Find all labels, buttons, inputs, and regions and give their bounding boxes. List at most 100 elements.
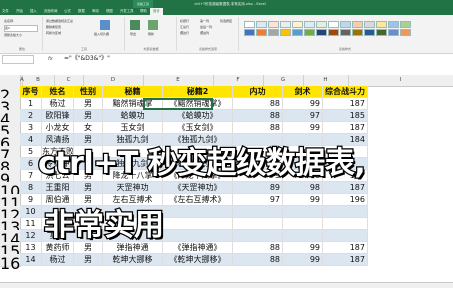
export-button[interactable]: 导出 — [130, 32, 136, 36]
remove-duplicates-button[interactable]: 删除重复值 — [46, 25, 61, 29]
style-swatch[interactable] — [280, 21, 291, 28]
style-swatch[interactable] — [304, 21, 315, 28]
option-banded-columns[interactable]: 镶边列 — [200, 31, 209, 35]
slicer-icon[interactable] — [100, 20, 110, 30]
table-cell[interactable]: 男 — [74, 254, 103, 266]
table-cell[interactable]: 99 — [283, 98, 323, 110]
column-header[interactable]: B — [22, 75, 55, 86]
column-header[interactable]: G — [263, 75, 304, 86]
table-cell[interactable] — [233, 230, 283, 242]
column-header[interactable]: D — [83, 75, 144, 86]
table-header-cell[interactable]: 秘籍 — [103, 86, 163, 98]
tab-file[interactable]: 文件 — [2, 8, 9, 15]
table-header-cell[interactable]: 秘籍2 — [163, 86, 233, 98]
column-header[interactable]: C — [54, 75, 84, 86]
table-cell[interactable]: 《乾坤大挪移》 — [163, 254, 233, 266]
tab-home[interactable]: 开始 — [16, 8, 23, 15]
refresh-icon[interactable] — [148, 20, 158, 30]
table-cell[interactable] — [323, 206, 368, 218]
option-last-column[interactable]: 最后一列 — [200, 25, 212, 29]
tab-data[interactable]: 数据 — [78, 8, 85, 15]
table-cell[interactable]: 187 — [323, 254, 368, 266]
table-cell[interactable] — [233, 218, 283, 230]
style-swatch[interactable] — [352, 21, 363, 28]
style-swatch[interactable] — [400, 21, 411, 28]
table-header-cell[interactable]: 姓名 — [42, 86, 74, 98]
style-swatch[interactable] — [388, 29, 399, 36]
formula-input[interactable]: ="《"&D3&"》" — [64, 54, 110, 64]
option-filter-button[interactable]: 筛选按钮 — [220, 19, 232, 23]
table-cell[interactable]: 10 — [20, 206, 42, 218]
style-swatch[interactable] — [304, 29, 315, 36]
table-cell[interactable]: 乾坤大挪移 — [103, 254, 163, 266]
table-cell[interactable]: 97 — [233, 194, 283, 206]
table-header-cell[interactable]: 内功 — [233, 86, 283, 98]
table-cell[interactable] — [283, 218, 323, 230]
style-swatch[interactable] — [292, 21, 303, 28]
table-cell[interactable]: 13 — [20, 242, 42, 254]
column-header[interactable]: F — [213, 75, 264, 86]
option-header-row[interactable]: 标题行 — [180, 19, 189, 23]
table-cell[interactable]: 88 — [233, 254, 283, 266]
table-cell[interactable]: 男 — [74, 98, 103, 110]
style-swatch[interactable] — [280, 29, 291, 36]
table-cell[interactable]: 97 — [283, 110, 323, 122]
table-cell[interactable]: 88 — [233, 242, 283, 254]
style-swatch[interactable] — [340, 29, 351, 36]
export-icon[interactable] — [130, 20, 140, 30]
table-cell[interactable] — [323, 230, 368, 242]
table-cell[interactable]: 187 — [323, 98, 368, 110]
worksheet-grid[interactable]: 2 序号 姓名 性别 秘籍 秘籍2 内功 剑术 综合战斗力 3 1 杨过男黯然销魂掌 《黯然销魂掌》 88… — [0, 86, 453, 288]
column-header[interactable]: H — [303, 75, 349, 86]
style-swatch[interactable] — [268, 29, 279, 36]
option-banded-rows[interactable]: 镶边行 — [180, 31, 189, 35]
table-cell[interactable]: 88 — [233, 110, 283, 122]
tab-review[interactable]: 审阅 — [92, 8, 99, 15]
style-swatch[interactable] — [316, 21, 327, 28]
fx-icon[interactable]: fx — [48, 55, 53, 63]
table-cell[interactable]: 《弹指神通》 — [163, 242, 233, 254]
table-header-cell[interactable]: 剑术 — [283, 86, 323, 98]
table-cell[interactable]: 99 — [283, 242, 323, 254]
refresh-button[interactable]: 刷新 — [148, 32, 154, 36]
table-cell[interactable]: 1 — [20, 98, 42, 110]
style-swatch[interactable] — [256, 21, 267, 28]
insert-slicer-button[interactable]: 插入切片器 — [94, 32, 109, 36]
table-cell[interactable]: 11 — [20, 218, 42, 230]
table-cell[interactable]: 《蛤蟆功》 — [163, 110, 233, 122]
table-cell[interactable]: 3 — [20, 122, 42, 134]
style-swatch[interactable] — [244, 21, 255, 28]
style-swatch[interactable] — [352, 29, 363, 36]
table-cell[interactable]: 185 — [323, 110, 368, 122]
tab-page-layout[interactable]: 页面布局 — [44, 8, 58, 15]
tab-help[interactable]: 帮助 — [140, 8, 147, 15]
table-cell[interactable]: 9 — [20, 194, 42, 206]
table-cell[interactable]: 欧阳锋 — [42, 110, 74, 122]
tab-formulas[interactable]: 公式 — [64, 8, 71, 15]
table-cell[interactable]: 12 — [20, 230, 42, 242]
table-cell[interactable]: 男 — [74, 194, 103, 206]
table-header-cell[interactable]: 综合战斗力 — [323, 86, 368, 98]
table-cell[interactable]: 蛤蟆功 — [103, 110, 163, 122]
table-cell[interactable]: 88 — [233, 98, 283, 110]
table-cell[interactable]: 玉女剑 — [103, 122, 163, 134]
table-cell[interactable]: 杨过 — [42, 98, 74, 110]
table-cell[interactable]: 2 — [20, 110, 42, 122]
table-cell[interactable]: 187 — [323, 242, 368, 254]
table-header-cell[interactable]: 序号 — [20, 86, 42, 98]
style-swatch[interactable] — [328, 29, 339, 36]
row-header[interactable]: 16 — [0, 254, 21, 273]
table-cell[interactable]: 男 — [74, 110, 103, 122]
table-cell[interactable] — [283, 230, 323, 242]
column-header[interactable]: I — [348, 75, 453, 86]
table-cell[interactable] — [323, 218, 368, 230]
table-cell[interactable]: 99 — [283, 194, 323, 206]
table-cell[interactable]: 周伯通 — [42, 194, 74, 206]
style-swatch[interactable] — [388, 21, 399, 28]
style-swatch[interactable] — [256, 29, 267, 36]
column-header[interactable]: E — [143, 75, 214, 86]
style-swatch[interactable] — [268, 21, 279, 28]
table-cell[interactable] — [163, 206, 233, 218]
style-swatch[interactable] — [292, 29, 303, 36]
table-cell[interactable]: 杨过 — [42, 254, 74, 266]
